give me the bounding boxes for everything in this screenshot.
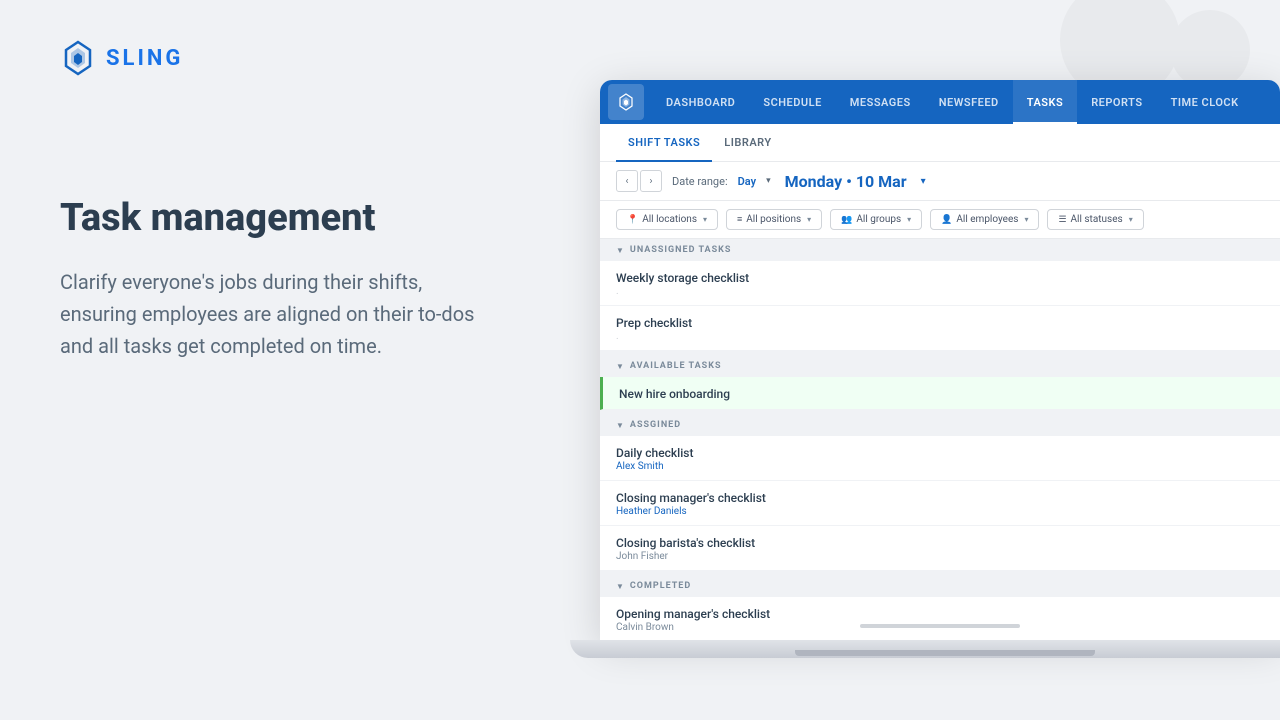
filter-groups-arrow: ▾ (907, 215, 911, 224)
section-label-unassigned: UNASSIGNED TASKS (630, 245, 731, 255)
section-header-assigned: ▼ ASSGINED (600, 414, 1280, 436)
collapse-assigned-icon[interactable]: ▼ (616, 421, 624, 430)
section-label-assigned: ASSGINED (630, 420, 681, 430)
filter-locations[interactable]: 📍 All locations ▾ (616, 209, 718, 230)
nav-dashboard[interactable]: DASHBOARD (652, 80, 749, 124)
filter-bar: 📍 All locations ▾ ≡ All positions ▾ 👥 Al… (600, 201, 1280, 239)
section-header-unassigned: ▼ UNASSIGNED TASKS (600, 239, 1280, 261)
current-date-arrow: ▾ (921, 176, 926, 187)
groups-icon: 👥 (841, 215, 852, 225)
collapse-completed-icon[interactable]: ▼ (616, 582, 624, 591)
filter-locations-label: All locations (642, 214, 697, 225)
employees-icon: 👤 (941, 215, 952, 225)
location-icon: 📍 (627, 215, 638, 225)
nav-newsfeed[interactable]: NEWSFEED (925, 80, 1013, 124)
sling-logo-icon (60, 40, 96, 76)
logo: SLING (60, 40, 530, 76)
task-name: Closing manager's checklist (616, 491, 1264, 505)
laptop-screen: DASHBOARD SCHEDULE MESSAGES NEWSFEED TAS… (600, 80, 1280, 640)
nav-bar: DASHBOARD SCHEDULE MESSAGES NEWSFEED TAS… (600, 80, 1280, 124)
nav-timeclock[interactable]: TIME CLOCK (1157, 80, 1253, 124)
filter-employees-arrow: ▾ (1024, 215, 1028, 224)
nav-items: DASHBOARD SCHEDULE MESSAGES NEWSFEED TAS… (652, 80, 1272, 124)
positions-icon: ≡ (737, 214, 742, 225)
task-name: Daily checklist (616, 446, 1264, 460)
nav-reports[interactable]: REPORTS (1077, 80, 1156, 124)
task-row[interactable]: Closing manager's checklist Heather Dani… (600, 481, 1280, 526)
section-label-completed: COMPLETED (630, 581, 691, 591)
filter-positions-arrow: ▾ (807, 215, 811, 224)
date-range-arrow: ▾ (766, 176, 771, 186)
date-nav: ‹ › Date range: Day ▾ Monday • 10 Mar ▾ (600, 162, 1280, 201)
task-row[interactable]: Prep checklist . (600, 306, 1280, 351)
task-sub-assignee: John Fisher (616, 551, 1264, 562)
filter-employees-label: All employees (956, 214, 1018, 225)
tab-library[interactable]: LIBRARY (712, 124, 783, 162)
task-row[interactable]: Closing barista's checklist John Fisher (600, 526, 1280, 571)
date-arrows: ‹ › (616, 170, 662, 192)
filter-positions[interactable]: ≡ All positions ▾ (726, 209, 822, 230)
task-name: Closing barista's checklist (616, 536, 1264, 550)
collapse-unassigned-icon[interactable]: ▼ (616, 246, 624, 255)
section-label-available: AVAILABLE TASKS (630, 361, 722, 371)
filter-groups-label: All groups (856, 214, 901, 225)
sub-tabs: SHIFT TASKS LIBRARY (600, 124, 1280, 162)
task-sub-assignee: Alex Smith (616, 461, 1264, 472)
main-heading: Task management (60, 196, 530, 242)
task-name: Opening manager's checklist (616, 607, 1264, 621)
section-header-available: ▼ AVAILABLE TASKS (600, 355, 1280, 377)
date-range-label: Date range: (672, 175, 728, 188)
task-sub: . (616, 286, 1264, 297)
filter-statuses-arrow: ▾ (1129, 215, 1133, 224)
task-list: ▼ UNASSIGNED TASKS Weekly storage checkl… (600, 239, 1280, 640)
task-sub-assignee: Heather Daniels (616, 506, 1264, 517)
filter-groups[interactable]: 👥 All groups ▾ (830, 209, 922, 230)
laptop-container: DASHBOARD SCHEDULE MESSAGES NEWSFEED TAS… (590, 20, 1280, 720)
date-range-value[interactable]: Day (738, 175, 756, 188)
tab-shift-tasks[interactable]: SHIFT TASKS (616, 124, 712, 162)
prev-date-button[interactable]: ‹ (616, 170, 638, 192)
right-panel: DASHBOARD SCHEDULE MESSAGES NEWSFEED TAS… (590, 0, 1280, 720)
filter-statuses-label: All statuses (1071, 214, 1123, 225)
task-name: Weekly storage checklist (616, 271, 1264, 285)
next-date-button[interactable]: › (640, 170, 662, 192)
task-row[interactable]: Daily checklist Alex Smith (600, 436, 1280, 481)
task-sub: . (616, 331, 1264, 342)
filter-positions-label: All positions (746, 214, 801, 225)
nav-tasks[interactable]: TASKS (1013, 80, 1077, 124)
laptop-base (570, 640, 1280, 658)
task-row-available[interactable]: New hire onboarding (600, 377, 1280, 410)
section-header-completed: ▼ COMPLETED (600, 575, 1280, 597)
filter-employees[interactable]: 👤 All employees ▾ (930, 209, 1039, 230)
nav-schedule[interactable]: SCHEDULE (749, 80, 835, 124)
left-panel: SLING Task management Clarify everyone's… (0, 0, 590, 720)
filter-statuses[interactable]: ☰ All statuses ▾ (1047, 209, 1143, 230)
logo-text: SLING (106, 46, 183, 71)
task-name: Prep checklist (616, 316, 1264, 330)
statuses-icon: ☰ (1058, 215, 1066, 225)
main-description: Clarify everyone's jobs during their shi… (60, 266, 480, 362)
task-name: New hire onboarding (619, 387, 1264, 401)
nav-messages[interactable]: MESSAGES (836, 80, 925, 124)
current-date[interactable]: Monday • 10 Mar (785, 172, 907, 191)
nav-logo (608, 84, 644, 120)
scroll-indicator (860, 624, 1020, 628)
task-row[interactable]: Weekly storage checklist . (600, 261, 1280, 306)
collapse-available-icon[interactable]: ▼ (616, 362, 624, 371)
filter-locations-arrow: ▾ (703, 215, 707, 224)
task-row[interactable]: Opening manager's checklist Calvin Brown (600, 597, 1280, 640)
